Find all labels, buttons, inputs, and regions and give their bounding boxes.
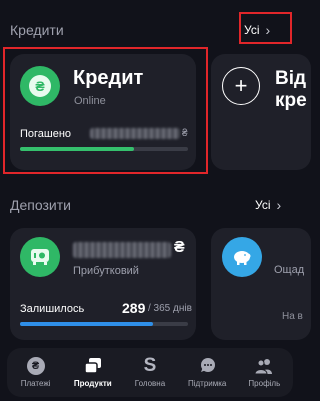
deposit-currency: ₴ xyxy=(174,239,185,256)
chat-icon xyxy=(201,358,216,372)
deposit-days-value: 289 xyxy=(122,300,146,316)
deposit-progress-track xyxy=(20,322,188,326)
s-logo-icon: S xyxy=(143,355,157,376)
nav-label-profile: Профіль xyxy=(248,379,281,388)
deposit-subtitle: Прибутковий xyxy=(73,265,139,277)
safe-icon xyxy=(31,249,49,265)
see-all-label: Усі xyxy=(255,198,271,212)
deposit-progress-fill xyxy=(20,322,153,326)
deposit-icon xyxy=(20,237,60,277)
deposit-amount-blurred xyxy=(73,242,171,258)
open-credit-title-line2: кре xyxy=(275,90,307,111)
highlight-box-credit-card xyxy=(3,47,208,174)
nav-label-home: Головна xyxy=(134,379,166,388)
deposits-see-all-link[interactable]: Усі › xyxy=(255,197,281,213)
plus-icon: + xyxy=(222,67,260,105)
nav-label-payments: Платежі xyxy=(20,379,51,388)
savings-icon xyxy=(222,237,262,277)
highlight-box-see-all xyxy=(239,12,292,44)
open-credit-title: Від кре xyxy=(275,68,307,112)
savings-title: Ощад xyxy=(274,264,305,276)
nav-item-products[interactable]: Продукти xyxy=(67,357,119,388)
nav-label-products: Продукти xyxy=(73,379,112,388)
chevron-right-icon: › xyxy=(276,197,282,213)
hryvnia-icon: ₴ xyxy=(26,357,45,375)
nav-item-support[interactable]: Підтримка xyxy=(181,357,233,388)
deposit-days-total: / 365 днів xyxy=(148,303,192,314)
deposit-card[interactable]: ₴ Прибутковий Залишилось 289 / 365 днів xyxy=(10,228,196,340)
nav-item-profile[interactable]: Профіль xyxy=(238,357,290,388)
nav-item-home[interactable]: S Головна xyxy=(124,355,176,388)
open-credit-card[interactable]: + Від кре xyxy=(211,54,311,170)
open-credit-title-line1: Від xyxy=(275,68,307,89)
credits-section-title: Кредити xyxy=(10,22,64,38)
deposits-section-title: Депозити xyxy=(10,197,71,213)
products-icon xyxy=(84,358,101,374)
bottom-nav: ₴ Платежі Продукти S Головна Підтримка П… xyxy=(7,348,293,397)
savings-card[interactable]: Ощад На в xyxy=(211,228,311,340)
deposit-remaining-label: Залишилось xyxy=(20,303,85,315)
profile-icon xyxy=(255,359,273,375)
nav-label-support: Підтримка xyxy=(187,379,227,388)
nav-item-payments[interactable]: ₴ Платежі xyxy=(10,357,62,388)
savings-subtitle: На в xyxy=(282,311,303,322)
piggy-bank-icon xyxy=(234,251,251,265)
